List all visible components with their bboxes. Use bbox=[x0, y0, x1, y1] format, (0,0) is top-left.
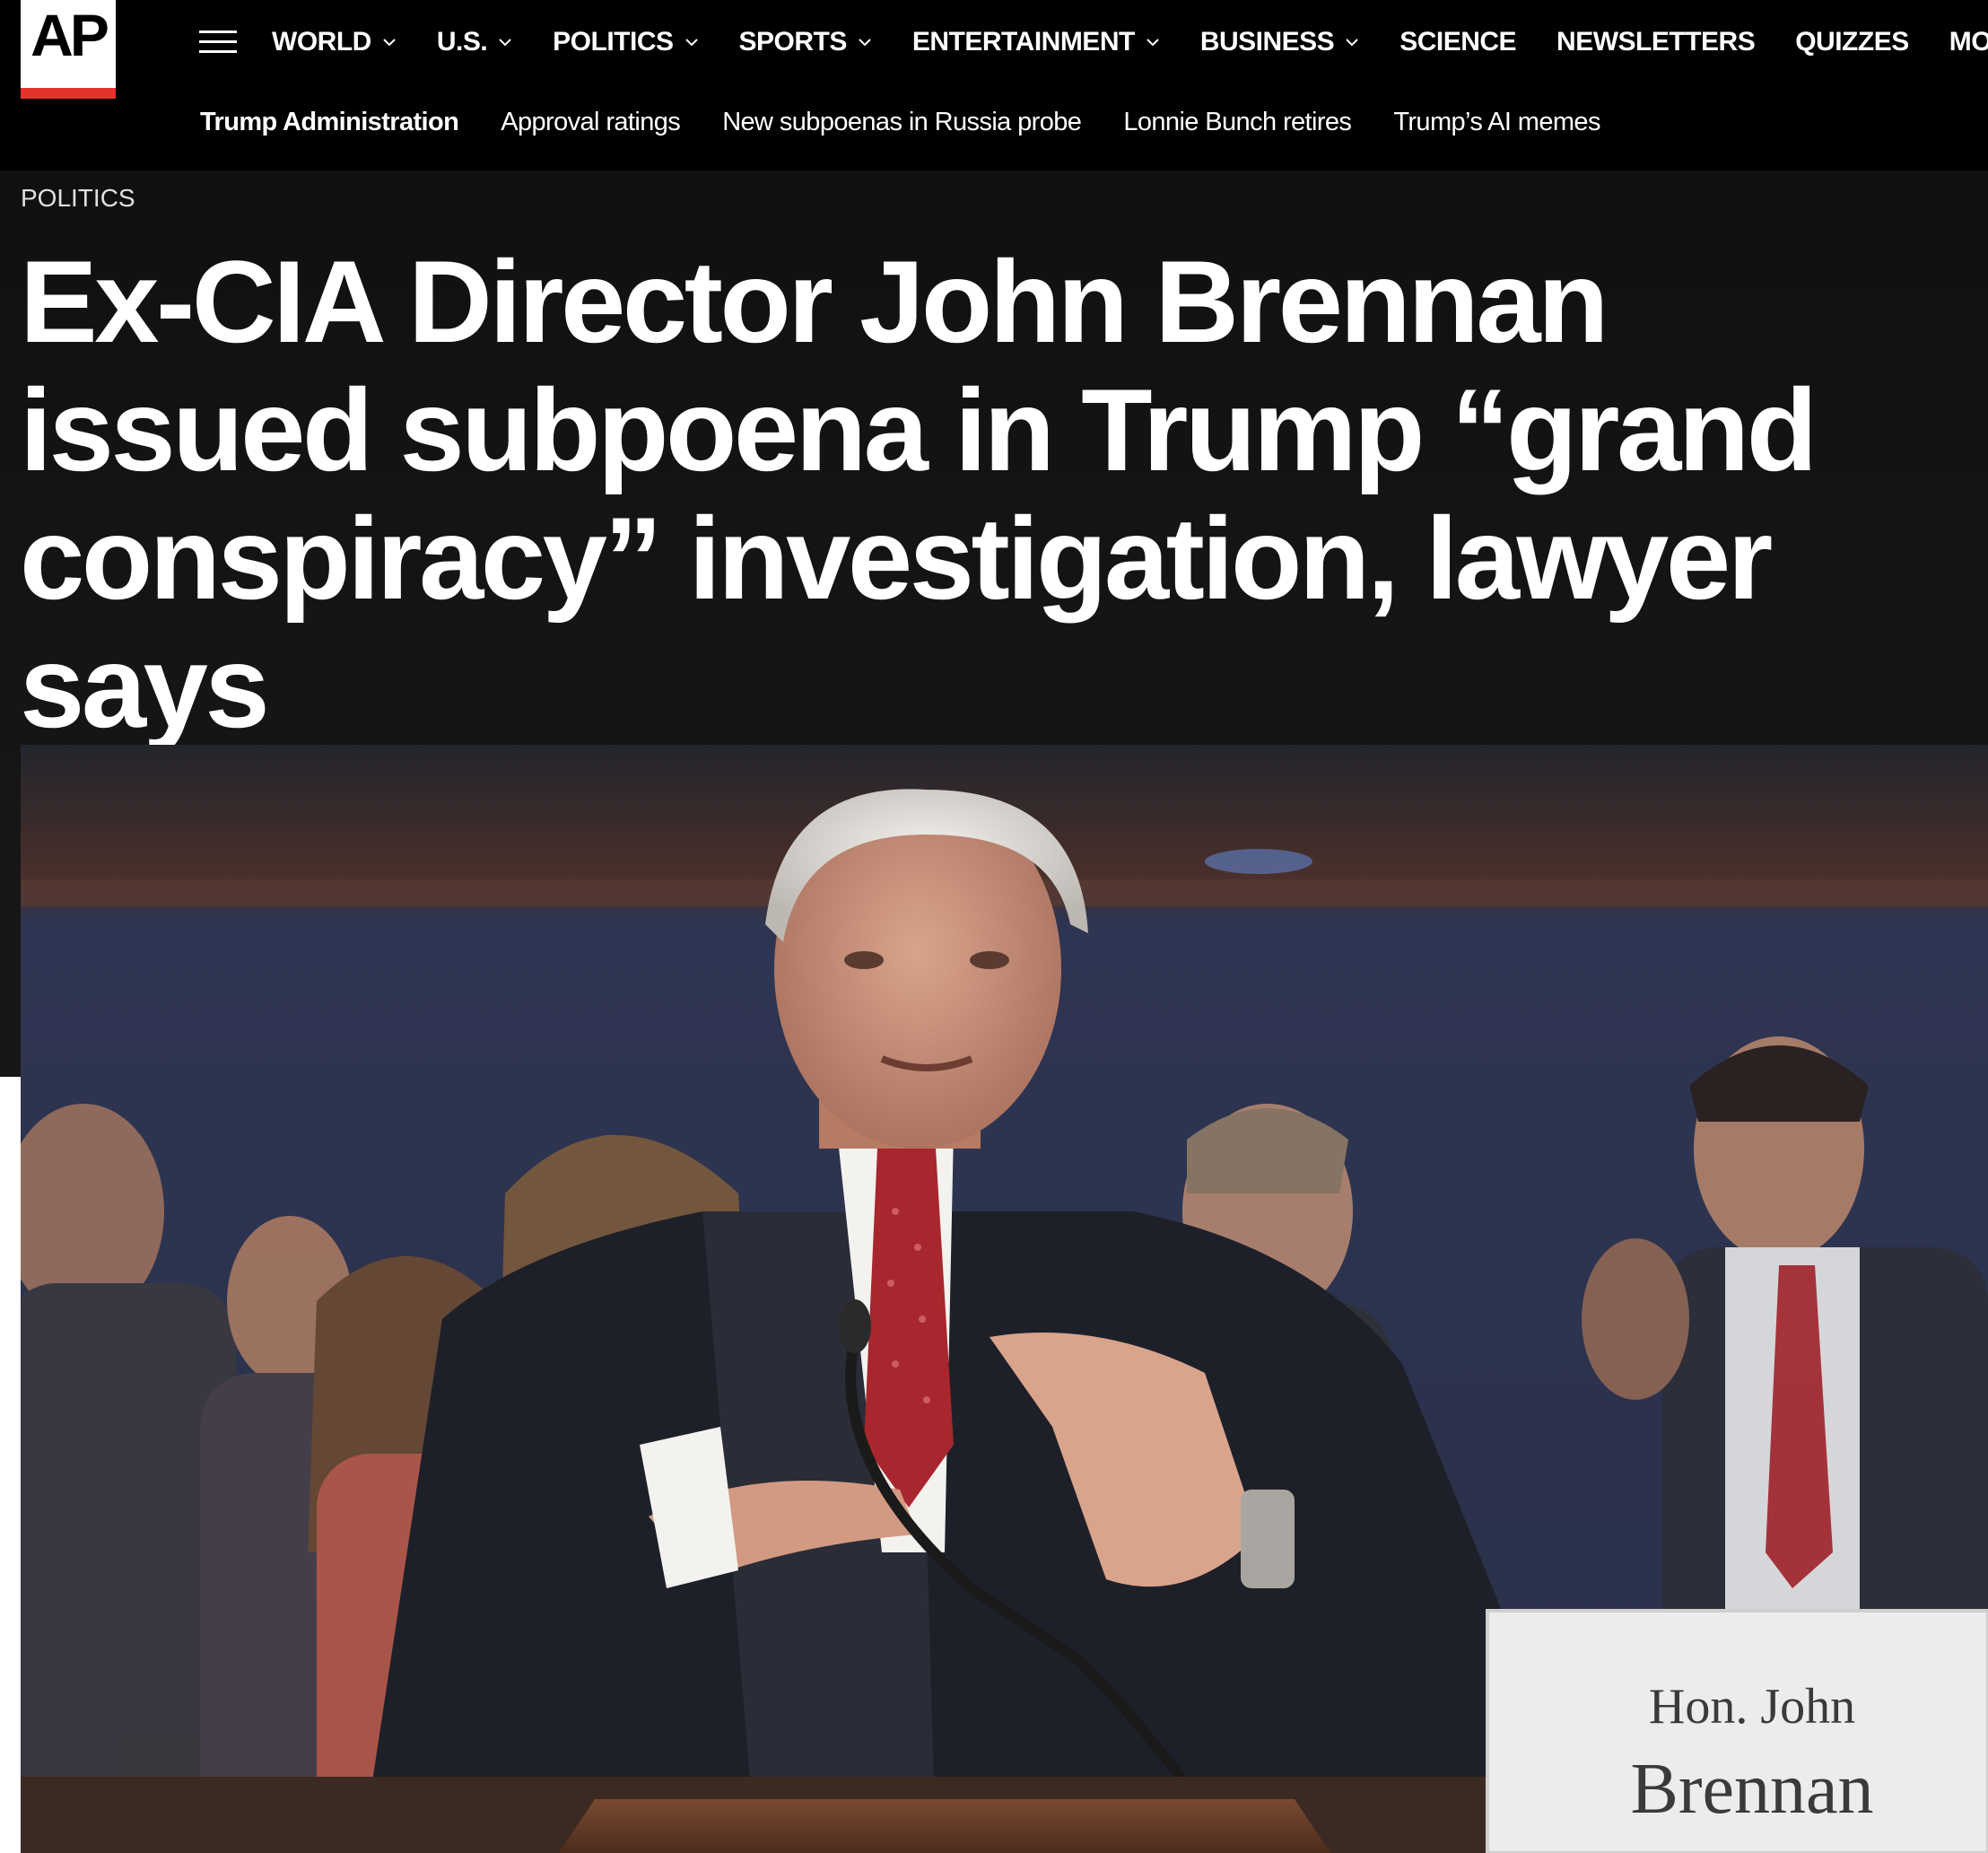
chevron-down-icon bbox=[383, 39, 396, 47]
nav-item-us[interactable]: U.S. bbox=[437, 27, 512, 57]
nav-item-science[interactable]: SCIENCE bbox=[1399, 27, 1516, 57]
logo-text: AP bbox=[31, 2, 109, 68]
hamburger-menu-icon[interactable] bbox=[199, 31, 237, 54]
nav-item-label: U.S. bbox=[436, 27, 488, 57]
nav-item-sports[interactable]: SPORTS bbox=[739, 27, 872, 57]
trending-link-lonnie-bunch[interactable]: Lonnie Bunch retires bbox=[1123, 108, 1352, 137]
trending-link-ai-memes[interactable]: Trump’s AI memes bbox=[1393, 108, 1600, 137]
trending-link-approval-ratings[interactable]: Approval ratings bbox=[501, 108, 681, 137]
placard-line-1: Hon. John bbox=[1649, 1679, 1855, 1735]
section-label[interactable]: POLITICS bbox=[21, 184, 135, 213]
placard-line-2: Brennan bbox=[1630, 1750, 1873, 1829]
chevron-down-icon bbox=[859, 39, 871, 47]
chevron-down-icon bbox=[499, 39, 511, 47]
nav-item-label: QUIZZES bbox=[1795, 27, 1909, 57]
trending-topics: Trump Administration Approval ratings Ne… bbox=[200, 101, 1643, 144]
nav-item-business[interactable]: BUSINESS bbox=[1200, 27, 1359, 57]
nav-item-label: BUSINESS bbox=[1199, 27, 1335, 57]
lead-photo[interactable]: Hon. John Brennan bbox=[21, 745, 1988, 1853]
chevron-down-icon bbox=[1147, 39, 1159, 47]
site-header: AP WORLD U.S. POLITICS SPORTS ENTERTAINM… bbox=[0, 0, 1988, 170]
ap-logo[interactable]: AP bbox=[21, 0, 116, 99]
nav-item-label: POLITICS bbox=[553, 27, 674, 57]
nav-item-politics[interactable]: POLITICS bbox=[553, 27, 698, 57]
nav-item-entertainment[interactable]: ENTERTAINMENT bbox=[912, 27, 1160, 57]
page: AP WORLD U.S. POLITICS SPORTS ENTERTAINM… bbox=[0, 0, 1988, 1853]
trending-link-russia-probe[interactable]: New subpoenas in Russia probe bbox=[722, 108, 1082, 137]
chevron-down-icon bbox=[1346, 39, 1358, 47]
nav-item-label: SCIENCE bbox=[1399, 27, 1517, 57]
nav-item-world[interactable]: WORLD bbox=[272, 27, 397, 57]
nav-item-label: NEWSLETTERS bbox=[1556, 27, 1756, 57]
nav-item-label: SPORTS bbox=[738, 27, 848, 57]
trending-link-trump-administration[interactable]: Trump Administration bbox=[200, 108, 459, 137]
lead-photo-illustration: Hon. John Brennan bbox=[21, 745, 1988, 1853]
chevron-down-icon bbox=[684, 39, 698, 47]
nav-item-label: ENTERTAINMENT bbox=[911, 27, 1135, 57]
article-headline: Ex-CIA Director John Brennan issued subp… bbox=[20, 236, 1818, 752]
main-nav: WORLD U.S. POLITICS SPORTS ENTERTAINMENT… bbox=[272, 20, 1988, 65]
nav-item-more[interactable]: MORE bbox=[1949, 27, 1988, 57]
nav-item-label: MORE bbox=[1949, 27, 1988, 57]
nav-item-quizzes[interactable]: QUIZZES bbox=[1795, 27, 1909, 57]
logo-accent-bar bbox=[21, 88, 116, 99]
nav-item-label: WORLD bbox=[272, 27, 371, 57]
nav-item-newsletters[interactable]: NEWSLETTERS bbox=[1556, 27, 1756, 57]
